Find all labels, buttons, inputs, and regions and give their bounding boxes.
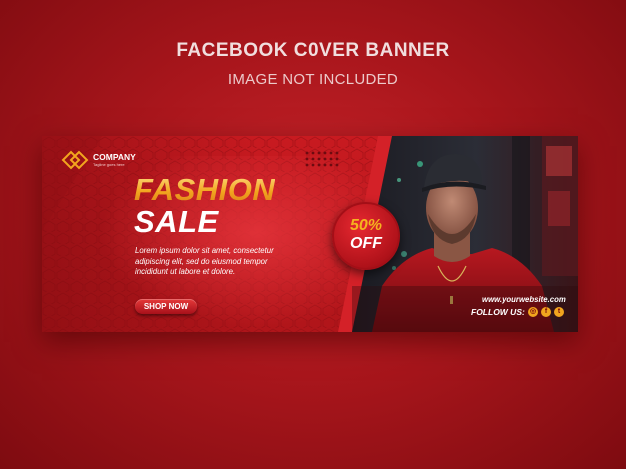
body-text: Lorem ipsum dolor sit amet, consectetur … xyxy=(135,246,274,277)
company-logo-icon xyxy=(61,150,89,170)
website-link[interactable]: www.yourwebsite.com xyxy=(482,295,566,304)
discount-badge: 50% OFF xyxy=(332,202,400,270)
facebook-cover-banner: COMPANY Tagline goes here FASHION SALE L… xyxy=(42,136,578,332)
shop-now-button[interactable]: SHOP NOW xyxy=(135,299,197,314)
page-title: FACEBOOK C0VER BANNER xyxy=(176,40,450,61)
follow-us-label: FOLLOW US: xyxy=(471,307,525,317)
page-subtitle: IMAGE NOT INCLUDED xyxy=(227,71,399,88)
headline-fashion: FASHION xyxy=(134,172,276,207)
company-name: COMPANY xyxy=(93,152,136,162)
twitter-icon[interactable]: t xyxy=(554,307,564,317)
facebook-icon[interactable]: f xyxy=(541,307,551,317)
dot-grid-decoration xyxy=(305,151,339,167)
instagram-icon[interactable]: ◎ xyxy=(528,307,538,317)
discount-percent: 50% xyxy=(349,217,383,234)
company-tagline: Tagline goes here xyxy=(93,162,125,167)
discount-off-label: OFF xyxy=(350,235,382,252)
headline-sale: SALE xyxy=(134,204,219,239)
